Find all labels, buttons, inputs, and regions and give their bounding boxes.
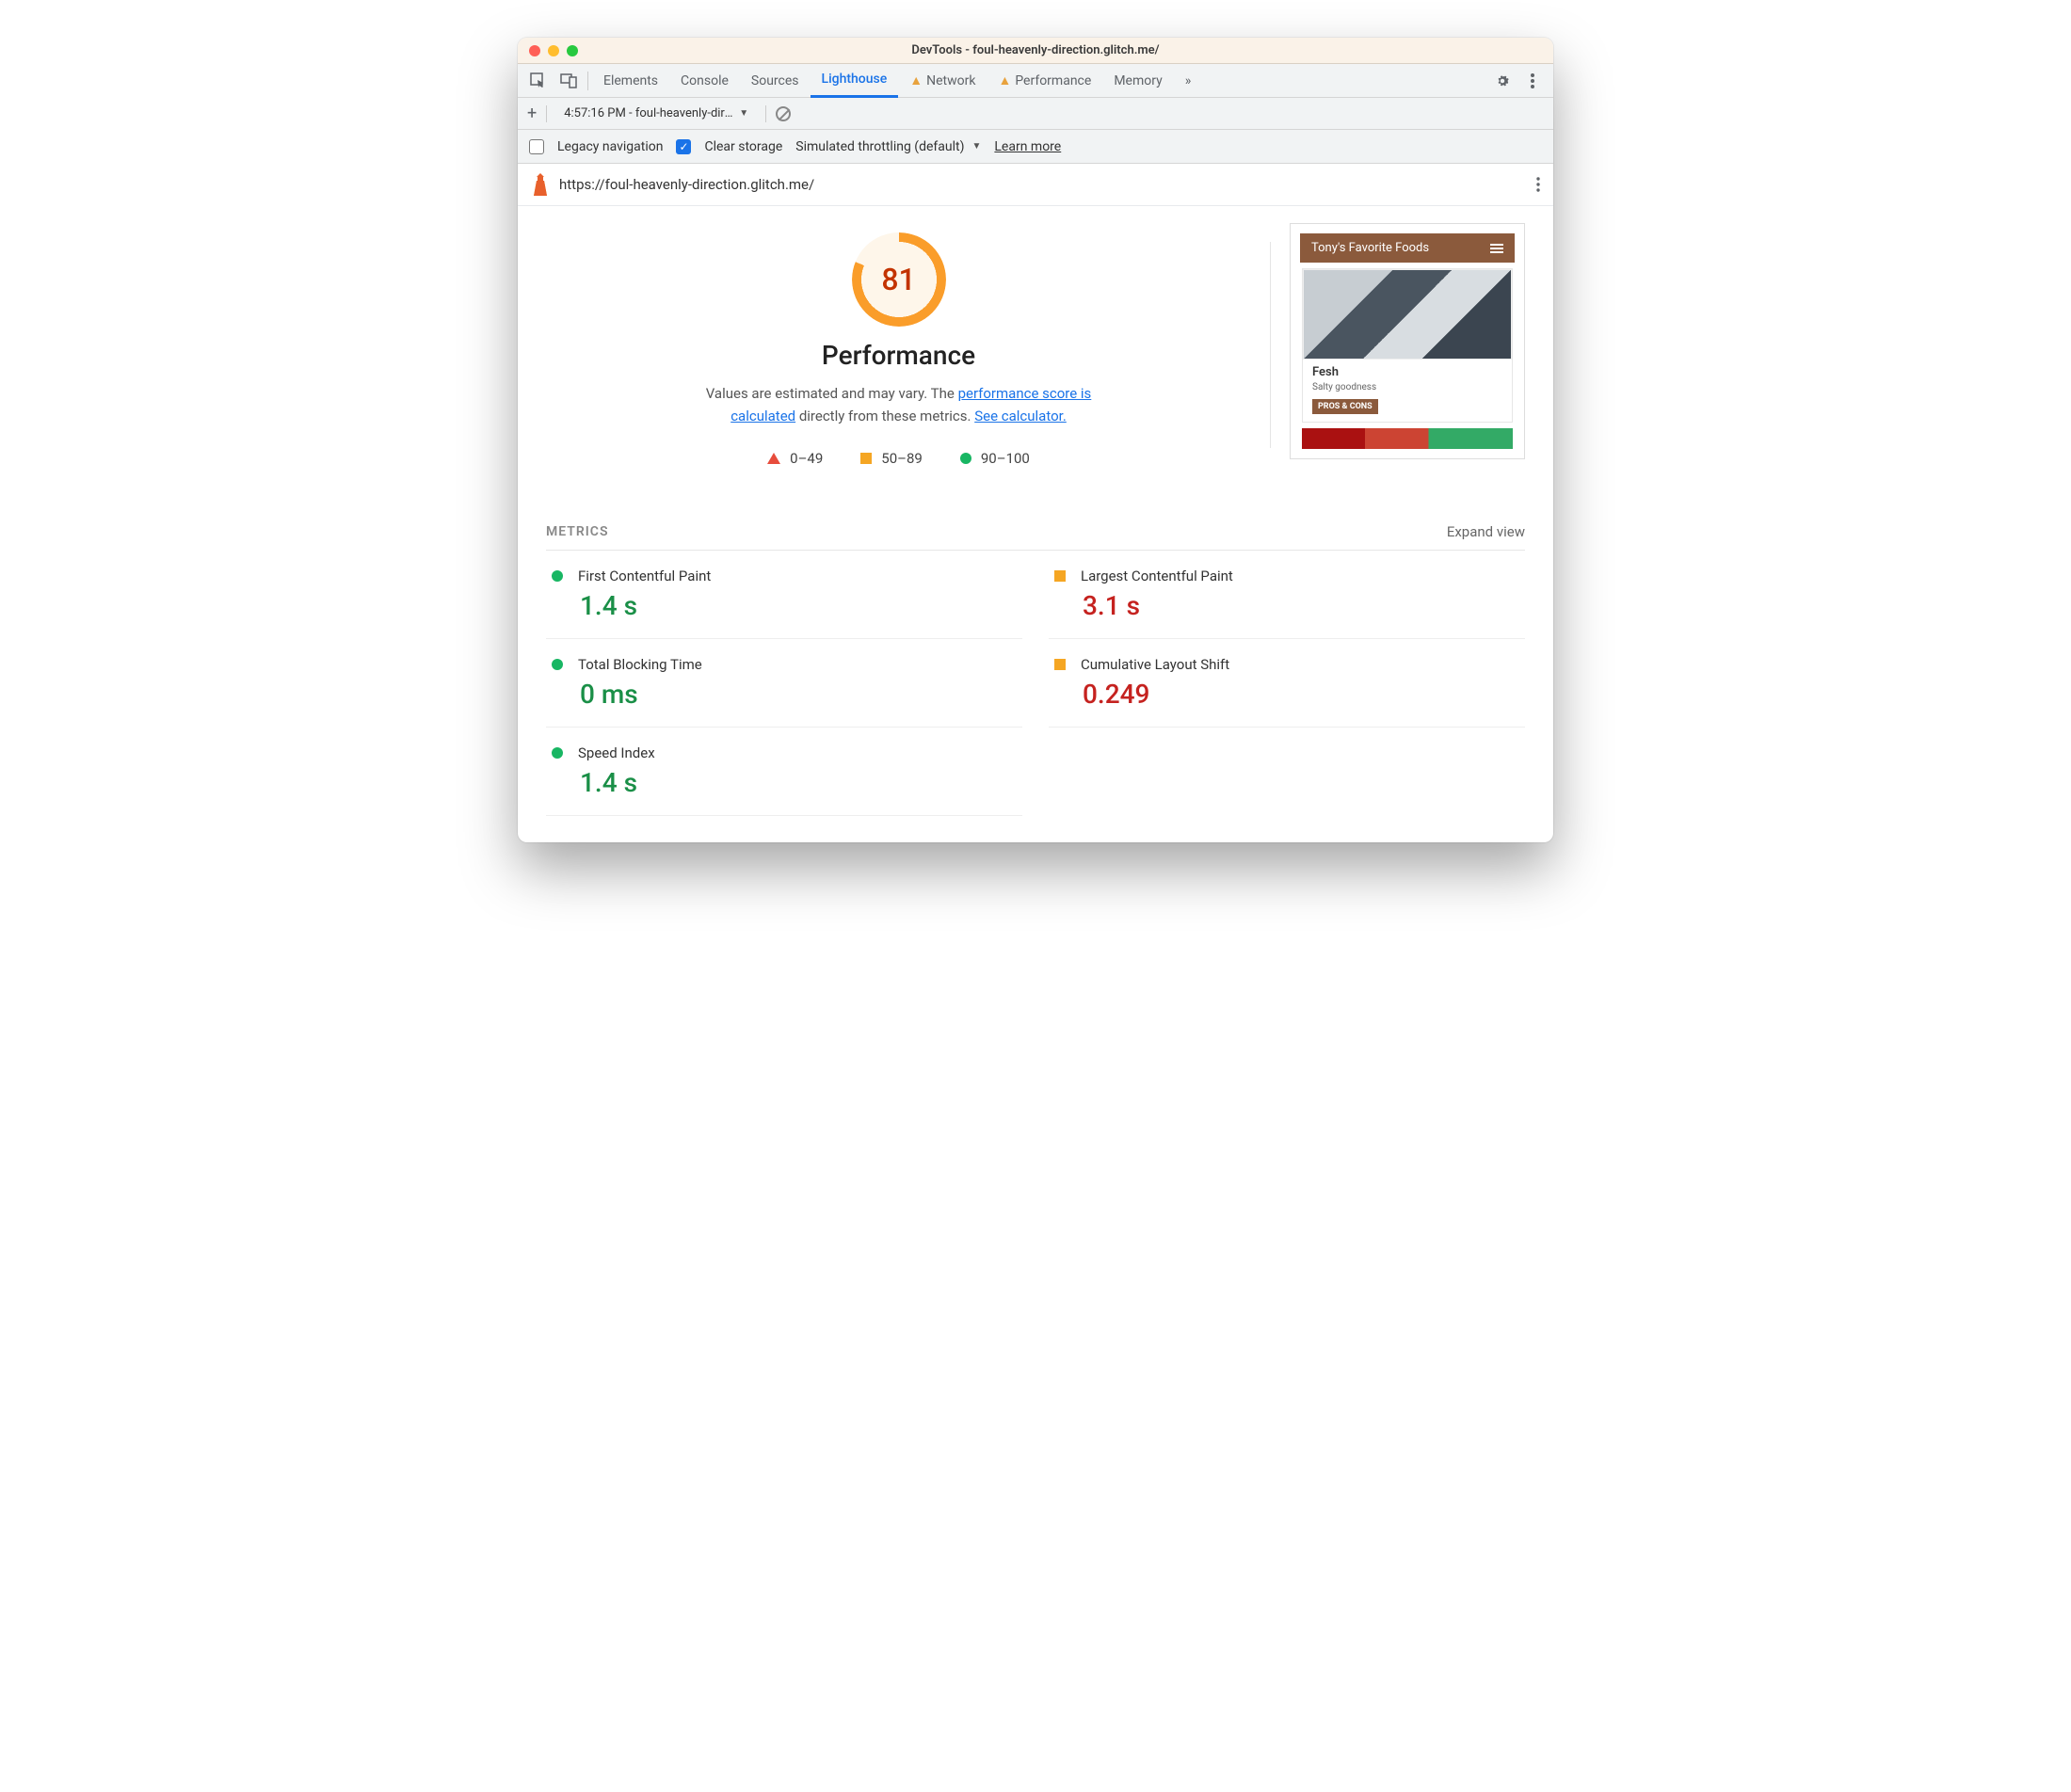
toolbar-separator [587,72,588,90]
square-orange-icon [860,453,872,464]
traffic-lights [529,45,578,56]
lighthouse-options: Legacy navigation ✓ Clear storage Simula… [518,130,1553,164]
kebab-menu-icon[interactable] [1517,64,1548,98]
preview-card: Fesh Salty goodness PROS & CONS [1302,268,1513,423]
device-toolbar-icon[interactable] [554,64,584,98]
metric-value: 0 ms [580,679,1022,710]
lighthouse-logo-icon [531,173,550,196]
metric-name: Total Blocking Time [578,656,702,673]
metric-item[interactable]: Total Blocking Time 0 ms [546,639,1022,728]
preview-image [1303,269,1512,360]
report-url: https://foul-heavenly-direction.glitch.m… [559,176,1527,193]
clear-icon[interactable] [776,106,791,121]
score-legend: 0–49 50–89 90–100 [767,450,1030,467]
metric-item[interactable]: First Contentful Paint 1.4 s [546,551,1022,639]
metric-name: Speed Index [578,744,655,761]
main-toolbar: Elements Console Sources Lighthouse ▲Net… [518,64,1553,98]
new-report-plus-icon[interactable]: + [527,104,537,123]
warning-icon: ▲ [909,64,923,98]
tab-performance[interactable]: ▲Performance [987,64,1102,98]
metrics-heading: METRICS [546,524,609,539]
metric-value: 1.4 s [580,767,1022,798]
tab-console[interactable]: Console [669,64,740,98]
titlebar: DevTools - foul-heavenly-direction.glitc… [518,38,1553,64]
score-value: 81 [852,232,946,327]
clear-storage-checkbox[interactable]: ✓ [676,139,691,154]
warning-icon: ▲ [998,64,1011,98]
square-orange-icon [1054,659,1066,670]
legend-pass: 90–100 [960,450,1030,467]
tab-network[interactable]: ▲Network [898,64,987,98]
chevron-down-icon: ▼ [739,108,748,119]
preview-header: Tony's Favorite Foods [1300,233,1515,263]
metric-name: First Contentful Paint [578,568,711,584]
metric-name: Largest Contentful Paint [1081,568,1233,584]
legend-average: 50–89 [860,450,923,467]
report-content: 81 Performance Values are estimated and … [518,206,1553,842]
throttling-label: Simulated throttling (default) [795,139,964,154]
hamburger-icon [1490,244,1503,253]
separator [546,105,547,122]
triangle-red-icon [767,453,780,464]
lighthouse-subbar: + 4:57:16 PM - foul-heavenly-direction.g… [518,98,1553,130]
metric-name: Cumulative Layout Shift [1081,656,1229,673]
chevron-down-icon[interactable]: ▼ [971,141,981,152]
metric-item[interactable]: Speed Index 1.4 s [546,728,1022,816]
circle-green-icon [552,570,563,582]
square-orange-icon [1054,570,1066,582]
minimize-window-button[interactable] [548,45,559,56]
tab-memory[interactable]: Memory [1102,64,1173,98]
zoom-window-button[interactable] [567,45,578,56]
category-description: Values are estimated and may vary. The p… [692,382,1106,427]
close-window-button[interactable] [529,45,540,56]
learn-more-link[interactable]: Learn more [994,139,1061,154]
metric-item[interactable]: Cumulative Layout Shift 0.249 [1049,639,1525,728]
summary-row: 81 Performance Values are estimated and … [546,223,1525,467]
report-dropdown-label: 4:57:16 PM - foul-heavenly-direction.gli… [564,106,733,120]
metric-value: 0.249 [1083,679,1525,710]
report-url-row: https://foul-heavenly-direction.glitch.m… [518,164,1553,206]
more-tabs-button[interactable]: » [1174,64,1203,98]
metrics-grid: First Contentful Paint 1.4 s Largest Conte… [546,551,1525,816]
score-section: 81 Performance Values are estimated and … [546,223,1251,467]
preview-title: Tony's Favorite Foods [1311,241,1429,255]
preview-card-sub: Salty goodness [1312,382,1502,392]
circle-green-icon [960,453,971,464]
expand-view-toggle[interactable]: Expand view [1447,523,1525,540]
tab-sources[interactable]: Sources [740,64,811,98]
metric-value: 3.1 s [1083,590,1525,621]
tab-lighthouse[interactable]: Lighthouse [811,64,899,98]
pros-cons-button: PROS & CONS [1312,399,1378,414]
report-menu-icon[interactable] [1536,177,1540,192]
circle-green-icon [552,747,563,759]
settings-gear-icon[interactable] [1487,64,1517,98]
window-title: DevTools - foul-heavenly-direction.glitc… [518,43,1553,57]
circle-green-icon [552,659,563,670]
page-preview: Tony's Favorite Foods Fesh Salty goodnes… [1290,223,1525,459]
separator [765,105,766,122]
legacy-nav-label: Legacy navigation [557,139,663,154]
preview-second-image [1302,428,1513,449]
legacy-nav-checkbox[interactable] [529,139,544,154]
metric-item[interactable]: Largest Contentful Paint 3.1 s [1049,551,1525,639]
report-dropdown[interactable]: 4:57:16 PM - foul-heavenly-direction.gli… [556,104,756,122]
vertical-divider [1270,242,1271,448]
clear-storage-label: Clear storage [704,139,782,154]
score-gauge[interactable]: 81 [852,232,946,327]
preview-card-title: Fesh [1312,365,1502,379]
inspect-element-icon[interactable] [523,64,554,98]
devtools-window: DevTools - foul-heavenly-direction.glitc… [518,38,1553,842]
category-title: Performance [822,340,975,371]
tab-elements[interactable]: Elements [592,64,669,98]
metric-value: 1.4 s [580,590,1022,621]
metrics-header: METRICS Expand view [546,523,1525,551]
legend-fail: 0–49 [767,450,823,467]
see-calculator-link[interactable]: See calculator. [974,408,1067,424]
